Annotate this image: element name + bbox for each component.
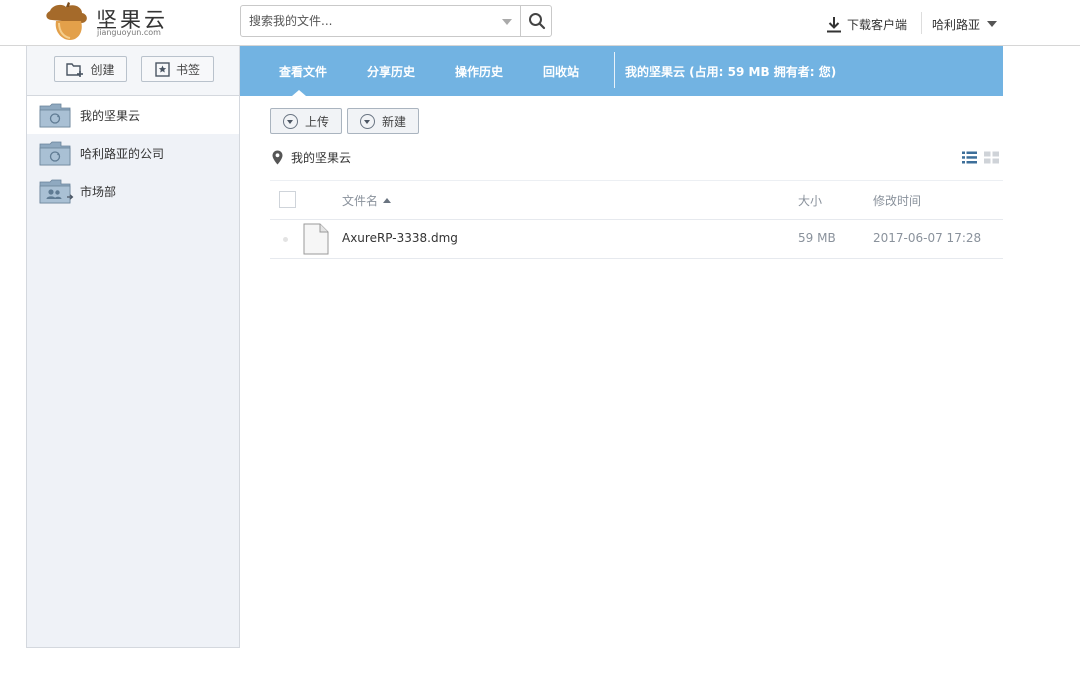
breadcrumb: 我的坚果云 bbox=[272, 149, 351, 166]
sort-ascending-icon bbox=[383, 198, 392, 203]
breadcrumb-current[interactable]: 我的坚果云 bbox=[291, 149, 351, 166]
view-toggle bbox=[962, 151, 999, 164]
chevron-down-circle-icon bbox=[282, 113, 298, 129]
sidebar: 创建 书签 我的坚果云 哈利路亚的公司 市场部 bbox=[26, 46, 240, 648]
chevron-down-circle-icon bbox=[359, 113, 375, 129]
logo[interactable]: 坚果云 jianguoyun.com bbox=[44, 2, 174, 42]
download-icon bbox=[827, 16, 841, 32]
search-dropdown-caret-icon[interactable] bbox=[502, 19, 512, 25]
search-icon bbox=[528, 13, 545, 30]
tab-view-files[interactable]: 查看文件 bbox=[279, 63, 327, 80]
add-folder-icon bbox=[66, 62, 84, 77]
column-header-modified[interactable]: 修改时间 bbox=[873, 192, 921, 209]
row-select-dot[interactable] bbox=[283, 237, 288, 242]
select-all-checkbox[interactable] bbox=[279, 191, 296, 208]
download-client-label: 下载客户端 bbox=[847, 17, 908, 32]
file-table-header: 文件名 大小 修改时间 bbox=[270, 180, 1003, 220]
sidebar-item-label: 我的坚果云 bbox=[80, 108, 141, 123]
file-size: 59 MB bbox=[798, 231, 836, 245]
chevron-down-icon bbox=[987, 21, 998, 27]
create-button[interactable]: 创建 bbox=[54, 56, 127, 82]
create-label: 创建 bbox=[90, 62, 115, 77]
user-menu[interactable]: 哈利路亚 bbox=[932, 14, 998, 34]
upload-button[interactable]: 上传 bbox=[270, 108, 342, 134]
bookmark-button[interactable]: 书签 bbox=[141, 56, 214, 82]
active-tab-indicator bbox=[292, 90, 306, 96]
acorn-logo-icon bbox=[46, 2, 87, 40]
storage-info: 我的坚果云 (占用: 59 MB 拥有者: 您) bbox=[625, 65, 837, 79]
user-name: 哈利路亚 bbox=[932, 17, 981, 32]
column-header-name[interactable]: 文件名 bbox=[342, 192, 392, 209]
new-button[interactable]: 新建 bbox=[347, 108, 419, 134]
search-input[interactable] bbox=[241, 6, 503, 36]
header-divider bbox=[921, 12, 922, 34]
location-pin-icon bbox=[272, 150, 283, 165]
column-name-label: 文件名 bbox=[342, 194, 379, 208]
tab-operation-history[interactable]: 操作历史 bbox=[455, 63, 503, 80]
main-nav: 查看文件 分享历史 操作历史 回收站 我的坚果云 (占用: 59 MB 拥有者:… bbox=[240, 46, 1003, 96]
file-modified: 2017-06-07 17:28 bbox=[873, 231, 982, 245]
column-header-size[interactable]: 大小 bbox=[798, 192, 822, 209]
nav-divider bbox=[614, 52, 615, 88]
sidebar-item-label: 哈利路亚的公司 bbox=[80, 146, 165, 161]
sync-folder-icon bbox=[39, 141, 71, 166]
list-view-icon[interactable] bbox=[962, 151, 977, 164]
search-box bbox=[240, 5, 552, 37]
sidebar-item-company[interactable]: 哈利路亚的公司 bbox=[27, 134, 239, 172]
tab-recycle-bin[interactable]: 回收站 bbox=[543, 63, 579, 80]
file-name[interactable]: AxureRP-3338.dmg bbox=[342, 231, 458, 245]
tab-share-history[interactable]: 分享历史 bbox=[367, 63, 415, 80]
bookmark-icon bbox=[155, 61, 170, 77]
sync-folder-icon bbox=[39, 103, 71, 128]
grid-view-icon[interactable] bbox=[984, 151, 999, 164]
table-row[interactable]: AxureRP-3338.dmg 59 MB 2017-06-07 17:28 bbox=[270, 220, 1003, 259]
search-button[interactable] bbox=[520, 6, 552, 36]
sidebar-actions: 创建 书签 bbox=[27, 46, 239, 96]
file-icon bbox=[303, 223, 329, 255]
sidebar-item-my-jianguoyun[interactable]: 我的坚果云 bbox=[27, 96, 239, 134]
top-bar: 坚果云 jianguoyun.com 下载客户端 哈利路亚 bbox=[0, 0, 1080, 46]
download-client-link[interactable]: 下载客户端 bbox=[826, 14, 907, 34]
new-label: 新建 bbox=[381, 114, 406, 129]
brand-domain: jianguoyun.com bbox=[97, 28, 161, 37]
shared-folder-icon bbox=[39, 179, 74, 204]
upload-label: 上传 bbox=[304, 114, 329, 129]
sidebar-item-label: 市场部 bbox=[80, 184, 117, 199]
bookmark-label: 书签 bbox=[175, 62, 200, 77]
sidebar-item-marketing[interactable]: 市场部 bbox=[27, 172, 239, 210]
